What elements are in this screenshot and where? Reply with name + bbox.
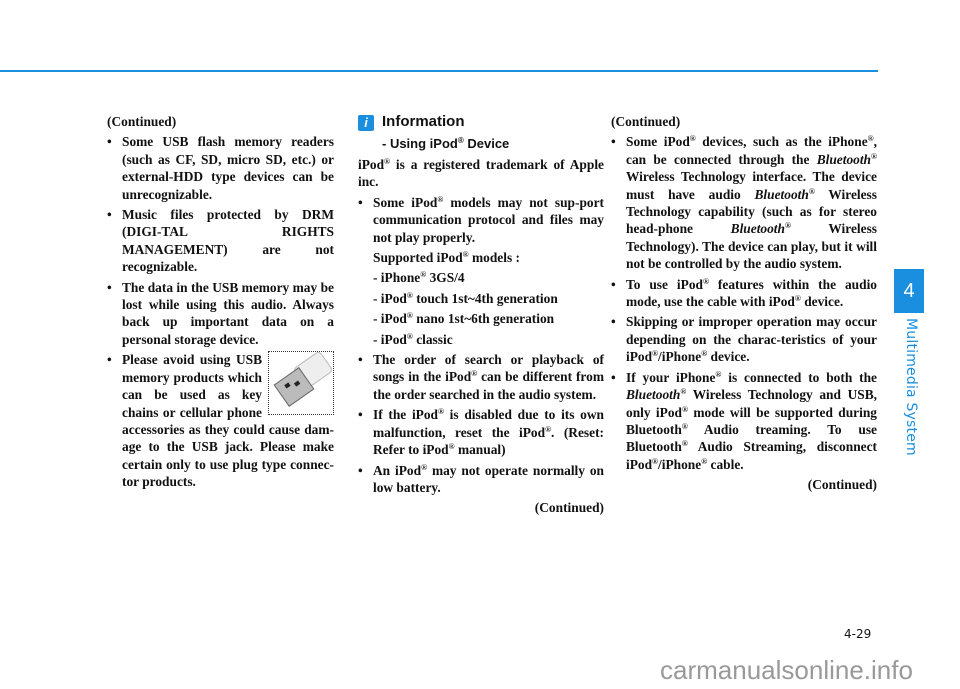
- list-item: Please avoid using USB memory products w…: [107, 351, 334, 490]
- list-item: To use iPod® features within the audio m…: [611, 276, 877, 311]
- column-2: i Information - Using iPod® Device iPod®…: [358, 113, 604, 520]
- supported-models-label: Supported iPod® models :: [373, 250, 520, 266]
- list-item: Music files protected by DRM (DIGI-TAL R…: [107, 206, 334, 276]
- continued-label: (Continued): [534, 500, 604, 516]
- list-item: If your iPhone® is connected to both the…: [611, 369, 877, 473]
- continued-label: (Continued): [611, 114, 681, 129]
- continued-label: (Continued): [107, 114, 177, 129]
- list-item: If the iPod® is disabled due to its own …: [358, 406, 604, 458]
- list-item: Skipping or improper operation may occur…: [611, 313, 877, 365]
- list-item: The data in the USB memory may be lost w…: [107, 279, 334, 349]
- info-icon: i: [358, 115, 374, 131]
- list-item: Some iPod® devices, such as the iPhone®,…: [611, 133, 877, 272]
- page-number: 4-29: [844, 627, 872, 641]
- watermark: carmanualsonline.info: [660, 655, 913, 685]
- model-item: - iPod® classic: [373, 331, 453, 347]
- info-header: i Information: [358, 113, 604, 131]
- info-title: Information: [382, 113, 465, 130]
- column-3: (Continued) Some iPod® devices, such as …: [611, 113, 877, 497]
- continued-label: (Continued): [807, 477, 877, 493]
- list-item: An iPod® may not operate normally on low…: [358, 462, 604, 497]
- model-item: - iPod® nano 1st~6th generation: [373, 311, 555, 327]
- list-item: Some iPod® models may not sup-port commu…: [358, 194, 604, 246]
- usb-flash-drive-icon: [268, 351, 334, 416]
- list-item: The order of search or playback of songs…: [358, 351, 604, 403]
- model-item: - iPod® touch 1st~4th generation: [373, 290, 558, 306]
- model-item: - iPhone® 3GS/4: [373, 270, 465, 286]
- info-subtitle: - Using iPod® Device: [382, 136, 510, 151]
- header-rule: [0, 70, 878, 72]
- chapter-title: Multimedia System: [903, 318, 919, 456]
- list-item: Some USB flash memory readers (such as C…: [107, 133, 334, 203]
- chapter-tab: 4: [894, 269, 924, 313]
- column-1: (Continued) Some USB flash memory reader…: [107, 113, 334, 494]
- intro-text: iPod® is a registered trademark of Apple…: [358, 157, 604, 190]
